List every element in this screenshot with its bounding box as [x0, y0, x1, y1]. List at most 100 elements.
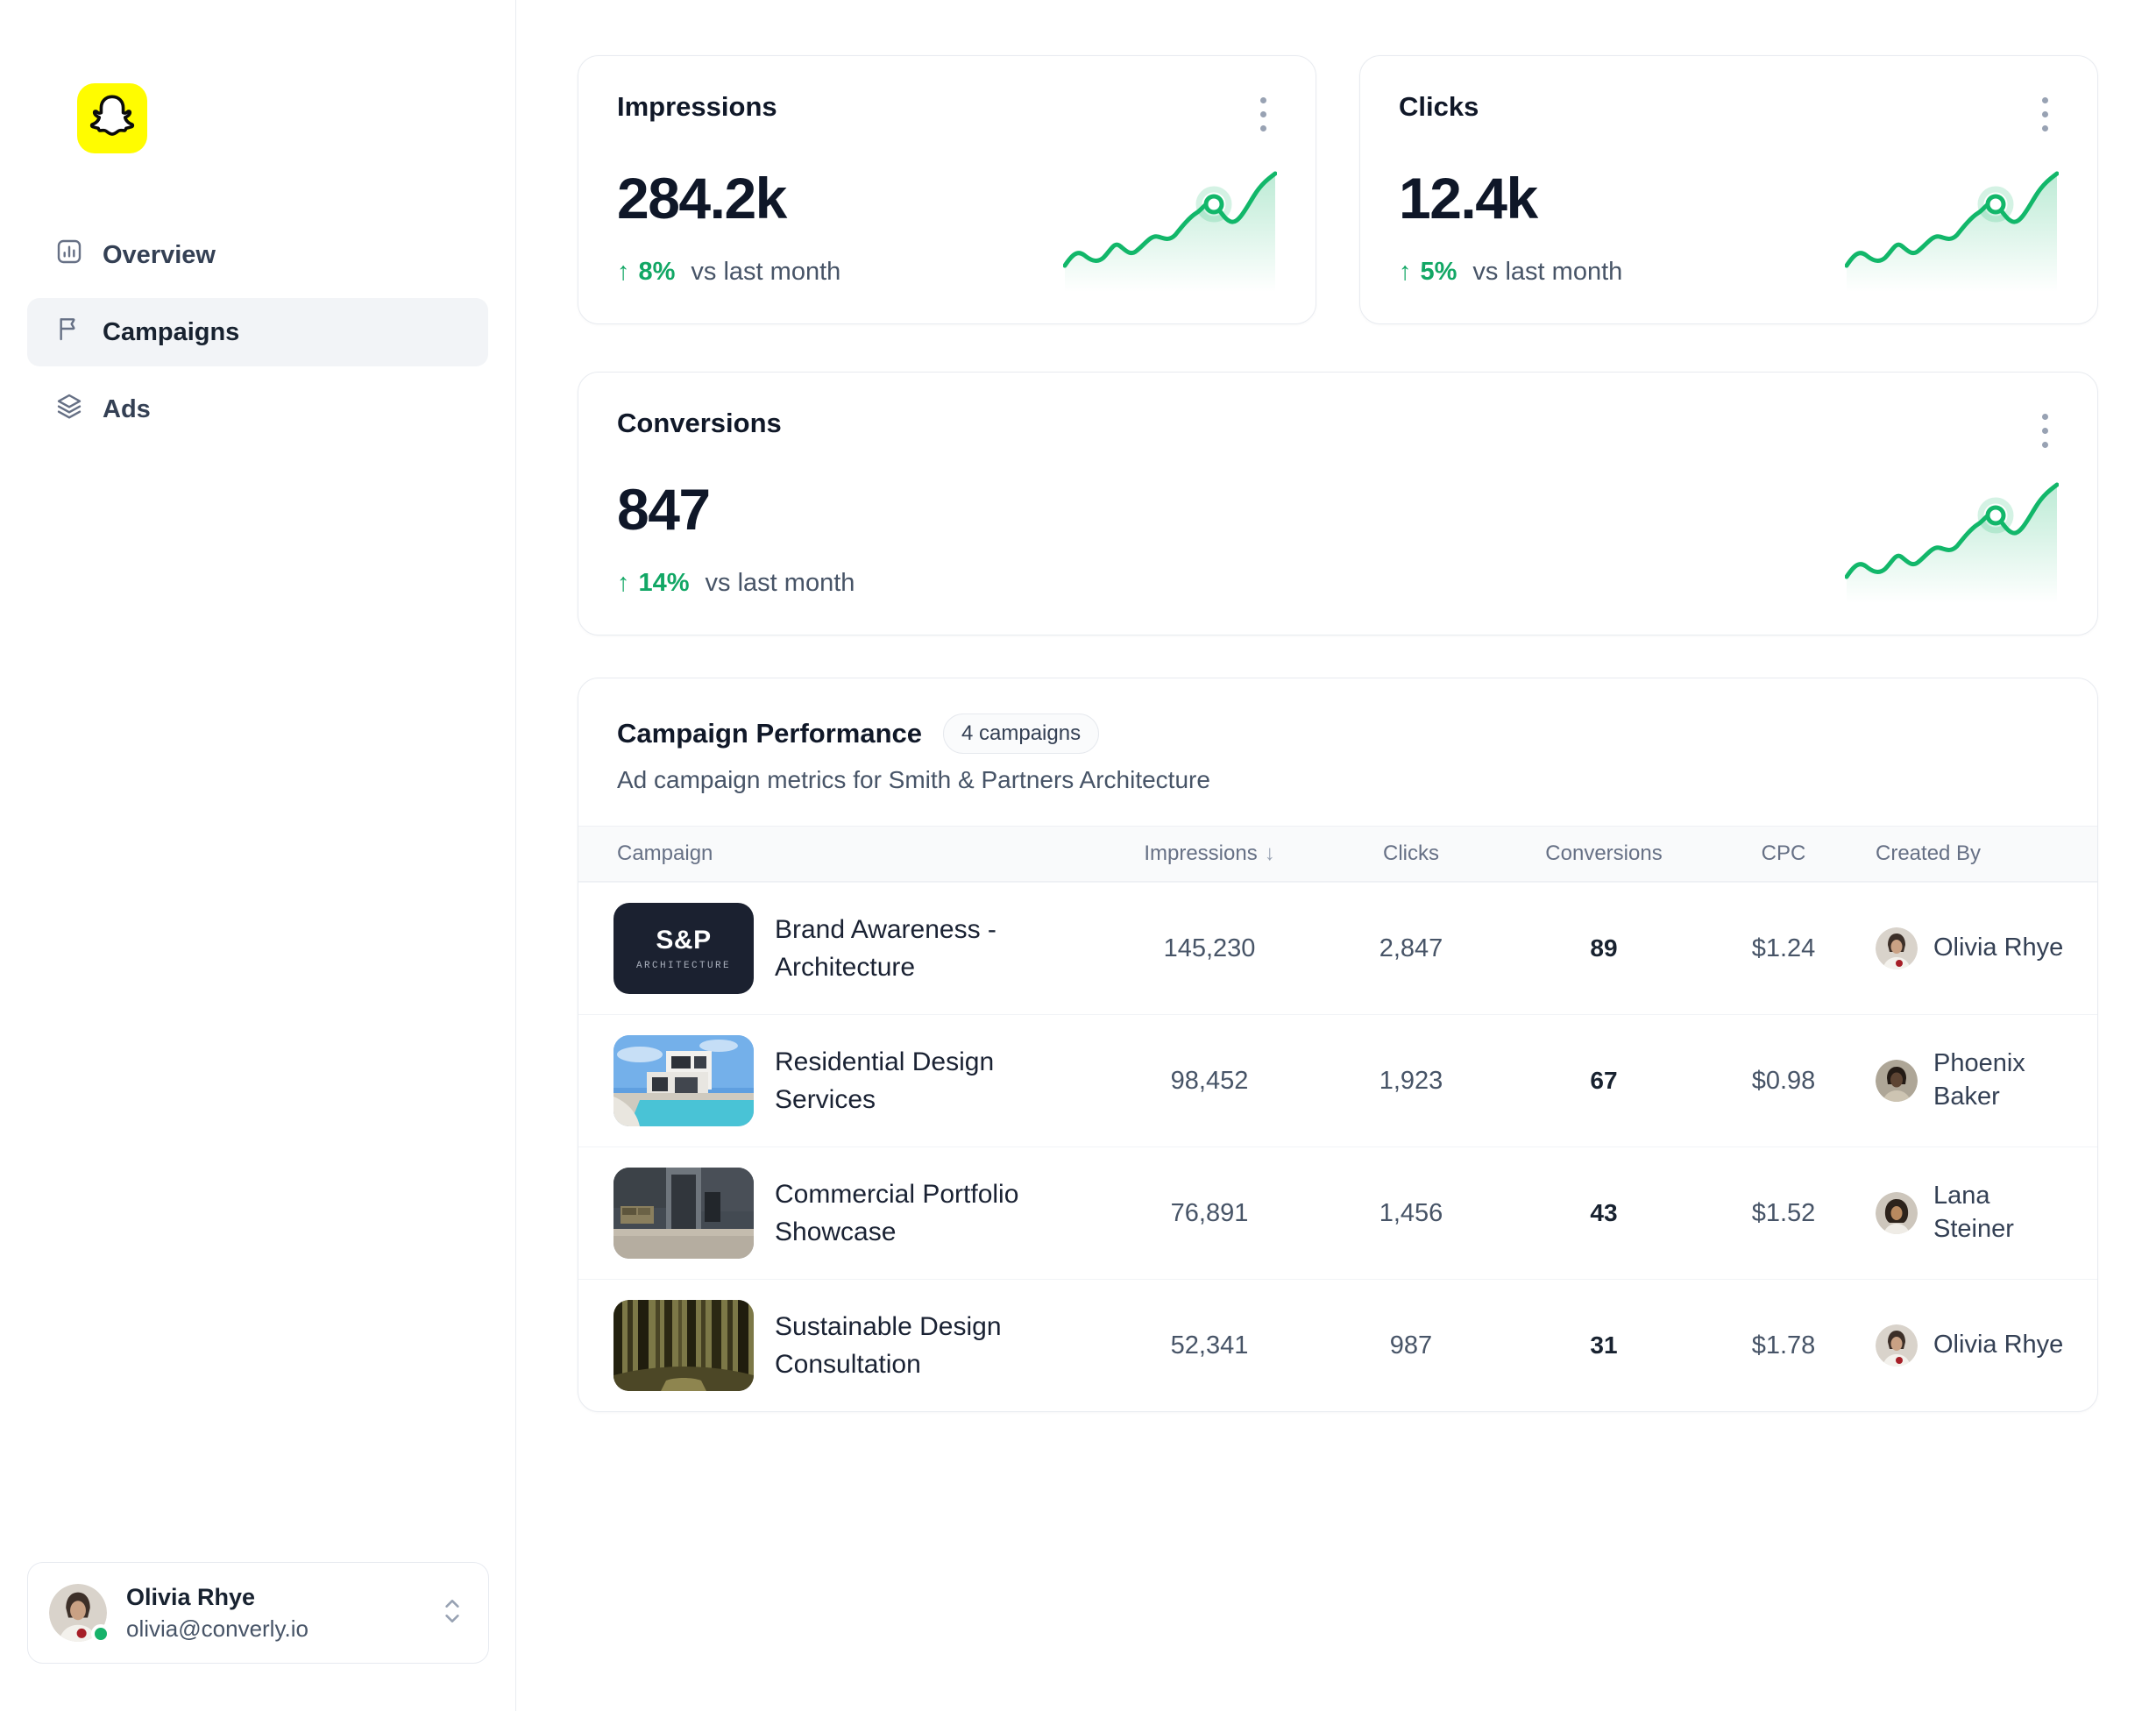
arrow-up-icon: ↑	[617, 569, 630, 598]
avatar	[1876, 1192, 1918, 1234]
impressions-value: 76,891	[1104, 1199, 1315, 1228]
column-header-campaign: Campaign	[578, 841, 1104, 866]
stat-delta: ↑ 8% vs last month	[617, 258, 840, 287]
clicks-value: 987	[1315, 1331, 1507, 1360]
campaign-cell: Commercial Portfolio Showcase	[578, 1168, 1104, 1259]
conversions-value: 67	[1507, 1067, 1700, 1095]
campaign-cell: Residential Design Services	[578, 1035, 1104, 1126]
campaign-cell: Sustainable Design Consultation	[578, 1300, 1104, 1391]
conversions-value: 89	[1507, 934, 1700, 962]
stat-value: 847	[617, 476, 2059, 543]
column-header-created-by: Created By	[1867, 841, 2098, 866]
conversions-value: 43	[1507, 1199, 1700, 1227]
created-by-name: Lana Steiner	[1933, 1180, 2072, 1246]
sparkline-chart	[1845, 159, 2059, 292]
campaign-thumbnail-sp-logo: S&P ARCHITECTURE	[613, 903, 754, 994]
main-content: Impressions 284.2k ↑ 8% vs last month Cl…	[516, 0, 2156, 1711]
campaign-thumbnail-interior	[613, 1168, 754, 1259]
cpc-value: $1.78	[1700, 1331, 1867, 1360]
avatar	[1876, 1324, 1918, 1367]
column-header-clicks: Clicks	[1315, 841, 1507, 866]
created-by-cell: Phoenix Baker	[1867, 1047, 2098, 1113]
campaign-thumbnail-forest	[613, 1300, 754, 1391]
sidebar-item-overview[interactable]: Overview	[27, 221, 488, 289]
impressions-value: 98,452	[1104, 1067, 1315, 1096]
campaign-name: Commercial Portfolio Showcase	[775, 1175, 1025, 1252]
delta-note: vs last month	[1472, 258, 1622, 287]
snapchat-ghost-icon	[87, 91, 138, 146]
created-by-cell: Olivia Rhye	[1867, 927, 2098, 969]
clicks-value: 2,847	[1315, 934, 1507, 963]
column-header-impressions[interactable]: Impressions↓	[1104, 841, 1315, 866]
table-row[interactable]: Sustainable Design Consultation 52,341 9…	[578, 1279, 2097, 1411]
clicks-value: 1,923	[1315, 1067, 1507, 1096]
avatar	[49, 1584, 107, 1642]
cpc-value: $1.24	[1700, 934, 1867, 963]
kebab-menu-icon[interactable]	[2027, 91, 2062, 137]
table-header: Campaign Impressions↓ Clicks Conversions…	[578, 826, 2097, 882]
avatar	[1876, 927, 1918, 969]
stat-title: Clicks	[1399, 91, 2059, 123]
campaign-performance-card: Campaign Performance 4 campaigns Ad camp…	[578, 678, 2098, 1412]
stat-delta: ↑ 14% vs last month	[617, 569, 855, 598]
created-by-name: Olivia Rhye	[1933, 1329, 2063, 1362]
delta-percent: 8%	[639, 258, 676, 287]
stat-card-conversions: Conversions 847 ↑ 14% vs last month	[578, 372, 2098, 635]
arrow-up-icon: ↑	[617, 258, 630, 287]
avatar	[1876, 1060, 1918, 1102]
created-by-name: Phoenix Baker	[1933, 1047, 2072, 1113]
user-card[interactable]: Olivia Rhye olivia@converly.io	[27, 1562, 489, 1664]
stat-card-row: Impressions 284.2k ↑ 8% vs last month Cl…	[578, 55, 2098, 324]
column-header-conversions: Conversions	[1507, 841, 1700, 866]
campaign-name: Sustainable Design Consultation	[775, 1308, 1025, 1384]
stat-card-impressions: Impressions 284.2k ↑ 8% vs last month	[578, 55, 1316, 324]
sidebar-item-ads[interactable]: Ads	[27, 375, 488, 444]
table-row[interactable]: S&P ARCHITECTURE Brand Awareness - Archi…	[578, 882, 2097, 1014]
arrow-up-icon: ↑	[1399, 258, 1412, 287]
clicks-value: 1,456	[1315, 1199, 1507, 1228]
created-by-cell: Lana Steiner	[1867, 1180, 2098, 1246]
sidebar-item-campaigns[interactable]: Campaigns	[27, 298, 488, 366]
delta-percent: 14%	[639, 569, 690, 598]
flag-icon	[55, 315, 83, 350]
kebab-menu-icon[interactable]	[2027, 408, 2062, 453]
stat-title: Impressions	[617, 91, 1277, 123]
created-by-cell: Olivia Rhye	[1867, 1324, 2098, 1367]
conversions-value: 31	[1507, 1331, 1700, 1360]
sidebar-item-label: Overview	[103, 241, 216, 270]
table-row[interactable]: Commercial Portfolio Showcase 76,891 1,4…	[578, 1147, 2097, 1279]
sidebar-nav: Overview Campaigns Ads	[27, 221, 488, 444]
stat-delta: ↑ 5% vs last month	[1399, 258, 1622, 287]
sidebar-item-label: Campaigns	[103, 318, 239, 347]
snapchat-logo[interactable]	[77, 83, 147, 153]
sidebar: Overview Campaigns Ads	[0, 0, 516, 1711]
user-email: olivia@converly.io	[126, 1615, 422, 1644]
cpc-value: $0.98	[1700, 1067, 1867, 1096]
cpc-value: $1.52	[1700, 1199, 1867, 1228]
page-title: Campaign Performance	[617, 718, 922, 749]
layers-icon	[55, 392, 83, 427]
sparkline-chart	[1063, 159, 1277, 292]
campaign-name: Brand Awareness - Architecture	[775, 911, 1025, 987]
impressions-value: 52,341	[1104, 1331, 1315, 1360]
sidebar-item-label: Ads	[103, 395, 151, 424]
sparkline-chart	[1845, 470, 2059, 603]
app-root: Overview Campaigns Ads	[0, 0, 2156, 1711]
delta-note: vs last month	[706, 569, 855, 598]
bar-chart-square-icon	[55, 238, 83, 273]
stat-title: Conversions	[617, 408, 2059, 439]
user-meta: Olivia Rhye olivia@converly.io	[126, 1583, 422, 1643]
delta-note: vs last month	[691, 258, 840, 287]
delta-percent: 5%	[1421, 258, 1457, 287]
campaign-performance-subtitle: Ad campaign metrics for Smith & Partners…	[617, 766, 2059, 794]
campaign-cell: S&P ARCHITECTURE Brand Awareness - Archi…	[578, 903, 1104, 994]
user-name: Olivia Rhye	[126, 1583, 422, 1613]
impressions-value: 145,230	[1104, 934, 1315, 963]
table-row[interactable]: Residential Design Services 98,452 1,923…	[578, 1014, 2097, 1147]
campaign-performance-header: Campaign Performance 4 campaigns Ad camp…	[578, 714, 2097, 794]
stat-card-clicks: Clicks 12.4k ↑ 5% vs last month	[1359, 55, 2098, 324]
chevron-updown-icon[interactable]	[441, 1596, 464, 1630]
online-status-dot	[91, 1624, 110, 1644]
campaign-thumbnail-house	[613, 1035, 754, 1126]
kebab-menu-icon[interactable]	[1245, 91, 1280, 137]
